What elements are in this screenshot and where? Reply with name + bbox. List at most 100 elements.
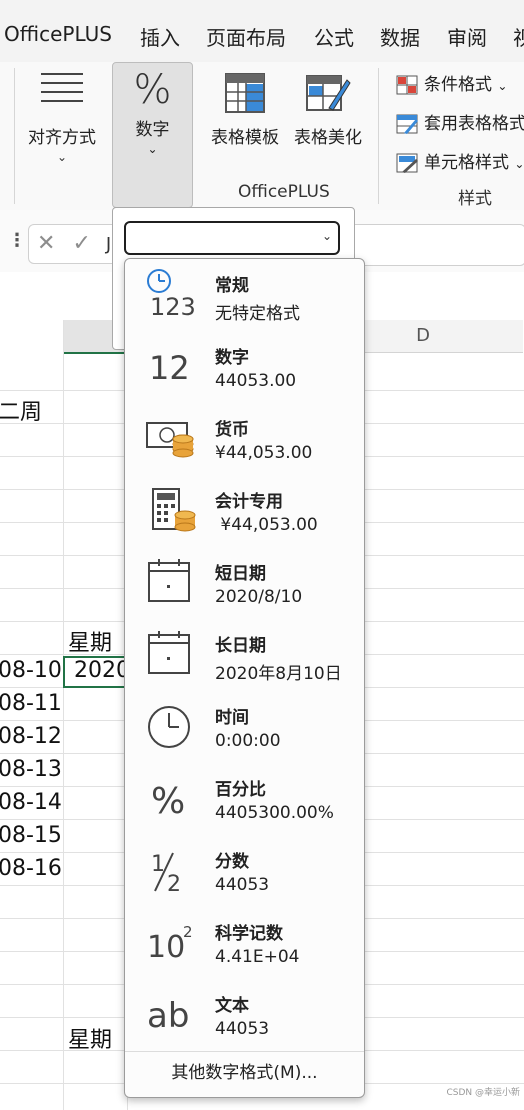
time-clock-icon — [148, 706, 190, 748]
drag-handle-icon[interactable]: ⋮ — [8, 230, 26, 251]
format-option-percent[interactable]: % 百分比 4405300.00% — [125, 763, 364, 835]
format-option-currency[interactable]: 货币 ¥44,053.00 — [125, 403, 364, 475]
format-sample: 无特定格式 — [215, 304, 300, 324]
tab-review[interactable]: 审阅 — [447, 22, 487, 51]
cell-date[interactable]: 08-10 — [0, 658, 62, 683]
chevron-down-icon: ⌄ — [514, 157, 524, 171]
cell-date[interactable]: 08-15 — [0, 823, 62, 848]
ribbon-separator — [14, 68, 15, 204]
cell-week-label[interactable]: 二周 — [0, 394, 42, 426]
percent-symbol: % — [151, 781, 185, 822]
format-name: 时间 — [215, 708, 249, 728]
conditional-format-button[interactable]: 条件格式 ⌄ — [396, 70, 507, 95]
more-number-formats-button[interactable]: 其他数字格式(M)... — [125, 1055, 364, 1095]
format-sample: 2020年8月10日 — [215, 664, 342, 684]
short-date-calendar-icon — [148, 559, 190, 602]
format-option-text[interactable]: ab 文本 44053 — [125, 979, 364, 1051]
grid-line — [63, 320, 64, 1110]
format-name: 长日期 — [215, 636, 266, 656]
styles-group-label: 样式 — [458, 189, 492, 209]
table-template-icon — [225, 73, 265, 113]
format-sample: 4.41E+04 — [215, 947, 300, 967]
tab-view[interactable]: 视 — [513, 22, 524, 51]
tab-formulas[interactable]: 公式 — [314, 22, 354, 51]
format-option-scientific[interactable]: 10 2 科学记数 4.41E+04 — [125, 907, 364, 979]
percent-icon: % — [133, 67, 172, 113]
apply-table-format-button[interactable]: 套用表格格式 — [396, 109, 524, 134]
officeplus-group-label: OfficePLUS — [238, 182, 330, 202]
cell-date[interactable]: 08-13 — [0, 757, 62, 782]
table-template-label: 表格模板 — [211, 128, 279, 148]
cell-date[interactable]: 08-12 — [0, 724, 62, 749]
cell-style-icon — [396, 153, 418, 173]
cell-style-label: 单元格样式 — [424, 153, 509, 173]
cell-weekday-header-2[interactable]: 星期 — [68, 1022, 112, 1054]
format-sample: ¥44,053.00 — [215, 515, 318, 535]
format-option-short-date[interactable]: 短日期 2020/8/10 — [125, 547, 364, 619]
format-sample: 4405300.00% — [215, 803, 334, 823]
table-beautify-label: 表格美化 — [294, 128, 362, 148]
format-option-accounting[interactable]: 会计专用 ¥44,053.00 — [125, 475, 364, 547]
text-ab-glyph: ab — [147, 996, 189, 1036]
cell-style-button[interactable]: 单元格样式 ⌄ — [396, 148, 524, 173]
general-clock-123-icon: 123 — [147, 269, 196, 321]
format-name: 百分比 — [215, 780, 266, 800]
number-digits: 12 — [149, 349, 190, 387]
ribbon-separator — [378, 68, 379, 204]
cell-date[interactable]: 08-11 — [0, 691, 62, 716]
table-format-icon — [396, 114, 418, 134]
fraction-icon: 1 2 — [151, 852, 181, 897]
accounting-calculator-icon — [152, 488, 196, 532]
cell-date[interactable]: 08-14 — [0, 790, 62, 815]
divider — [125, 1051, 364, 1052]
tab-page-layout[interactable]: 页面布局 — [206, 22, 286, 51]
table-beautify-button[interactable]: 表格美化 — [288, 72, 368, 148]
chevron-down-icon[interactable]: ⌄ — [322, 229, 332, 243]
format-name: 短日期 — [215, 564, 266, 584]
number-format-combobox[interactable]: ⌄ — [124, 221, 340, 255]
tab-data[interactable]: 数据 — [380, 22, 420, 51]
format-name: 文本 — [215, 996, 249, 1016]
format-name: 分数 — [215, 852, 249, 872]
cancel-icon[interactable]: ✕ — [37, 231, 55, 256]
format-option-general[interactable]: 123 常规 无特定格式 — [125, 259, 364, 331]
watermark: CSDN @幸运小新 — [446, 1088, 520, 1098]
format-option-fraction[interactable]: 1 2 分数 44053 — [125, 835, 364, 907]
format-option-time[interactable]: 时间 0:00:00 — [125, 691, 364, 763]
tab-insert[interactable]: 插入 — [140, 22, 180, 51]
format-name: 科学记数 — [215, 924, 283, 944]
conditional-format-icon — [396, 75, 418, 95]
active-cell-selection[interactable] — [63, 656, 127, 688]
format-sample: ¥44,053.00 — [215, 443, 313, 463]
format-sample: 44053.00 — [215, 371, 297, 391]
tab-officeplus[interactable]: OfficePLUS — [4, 22, 112, 46]
ribbon: 对齐方式 ⌄ % 数字 ⌄ 表格模板 表格美化 OfficePLUS 条件格式 … — [0, 62, 524, 211]
apply-table-format-label: 套用表格格式 — [424, 114, 524, 134]
number-label: 数字 — [135, 120, 170, 140]
scientific-10-squared-icon: 10 2 — [147, 923, 193, 965]
align-lines-icon — [41, 73, 83, 102]
format-option-number[interactable]: 12 数字 44053.00 — [125, 331, 364, 403]
format-sample: 44053 — [215, 875, 270, 895]
format-option-long-date[interactable]: 长日期 2020年8月10日 — [125, 619, 364, 691]
currency-coins-icon — [146, 422, 194, 458]
fx-icon[interactable]: J — [106, 234, 111, 255]
cell-date[interactable]: 08-16 — [0, 856, 62, 881]
number-12-icon: 12 — [149, 349, 190, 387]
long-date-calendar-icon — [148, 631, 190, 674]
general-digits: 123 — [150, 293, 196, 321]
format-name: 货币 — [215, 420, 249, 440]
conditional-format-label: 条件格式 — [424, 75, 492, 95]
align-button[interactable]: 对齐方式 ⌄ — [22, 70, 102, 164]
format-name: 数字 — [215, 348, 249, 368]
chevron-down-icon: ⌄ — [497, 79, 508, 93]
number-button[interactable]: % 数字 ⌄ — [112, 62, 193, 208]
format-sample: 44053 — [215, 1019, 270, 1039]
format-name: 常规 — [215, 276, 249, 296]
format-name: 会计专用 — [215, 492, 283, 512]
text-ab-icon: ab — [147, 996, 189, 1036]
confirm-icon[interactable]: ✓ — [72, 231, 90, 256]
cell-weekday-header[interactable]: 星期 — [68, 625, 112, 657]
column-d-label: D — [416, 325, 430, 346]
table-template-button[interactable]: 表格模板 — [204, 72, 286, 148]
